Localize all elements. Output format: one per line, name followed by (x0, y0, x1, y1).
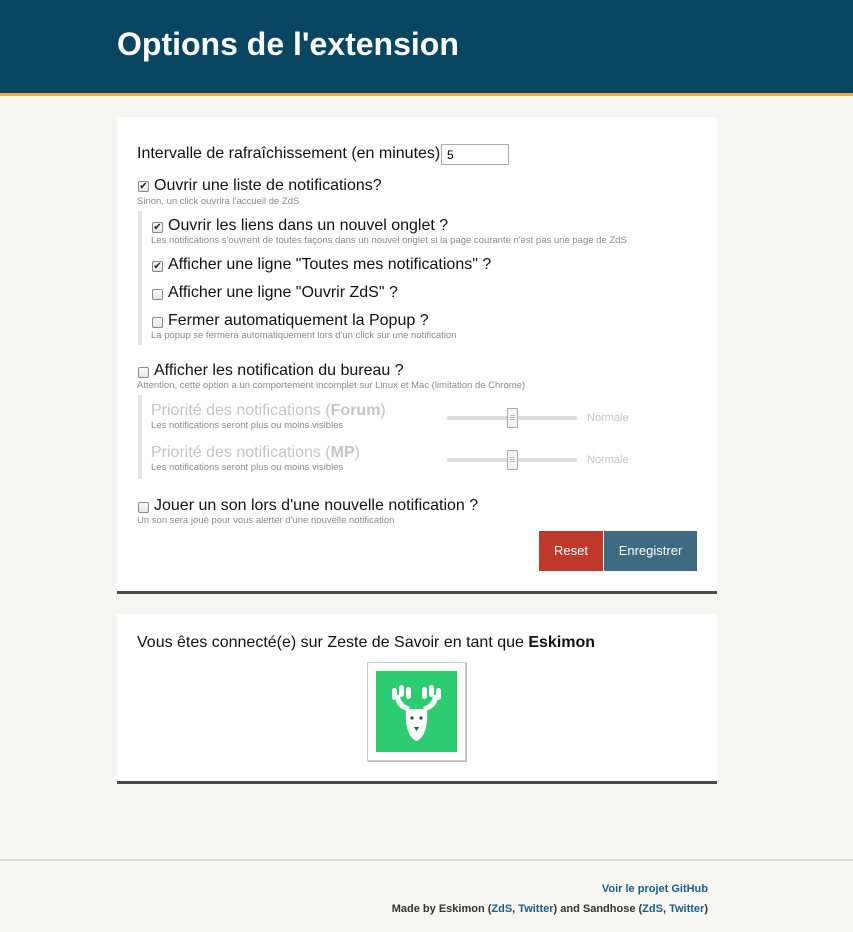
avatar-image (376, 671, 457, 752)
sound-label[interactable]: Jouer un son lors d'une nouvelle notific… (154, 497, 478, 515)
auto-close-label[interactable]: Fermer automatiquement la Popup ? (168, 312, 429, 330)
open-list-label[interactable]: Ouvrir une liste de notifications? (154, 177, 382, 195)
open-list-checkbox[interactable]: ✔ (138, 181, 149, 192)
page-footer: Voir le projet GitHub Made by Eskimon (Z… (0, 859, 853, 932)
priority-group-bar (138, 395, 142, 479)
account-panel: Vous êtes connecté(e) sur Zeste de Savoi… (117, 614, 717, 784)
priority-forum-label: Priorité des notifications (Forum) (151, 402, 386, 419)
github-link[interactable]: Voir le projet GitHub (602, 883, 708, 895)
priority-mp-value: Normale (587, 454, 629, 466)
new-tab-hint: Les notifications s'ouvrent de toutes fa… (151, 235, 627, 246)
interval-input[interactable] (441, 144, 509, 165)
all-notifications-checkbox[interactable]: ✔ (152, 261, 163, 272)
save-button[interactable]: Enregistrer (604, 531, 697, 571)
interval-label: Intervalle de rafraîchissement (en minut… (137, 145, 441, 162)
open-zds-label[interactable]: Afficher une ligne "Ouvrir ZdS" ? (168, 284, 398, 302)
avatar (367, 662, 466, 761)
list-options-group-bar (138, 211, 142, 345)
desktop-notifications-label[interactable]: Afficher les notification du bureau ? (154, 362, 404, 380)
priority-forum-hint: Les notifications seront plus ou moins v… (151, 420, 344, 431)
priority-mp-slider[interactable] (447, 450, 577, 470)
priority-forum-slider[interactable] (447, 408, 577, 428)
priority-mp-label: Priorité des notifications (MP) (151, 444, 360, 461)
sound-hint: Un son sera joué pour vous alerter d'une… (137, 515, 395, 526)
page-header: Options de l'extension (0, 0, 853, 96)
auto-close-checkbox[interactable] (152, 317, 163, 328)
options-panel: Intervalle de rafraîchissement (en minut… (117, 117, 717, 594)
connected-as-text: Vous êtes connecté(e) sur Zeste de Savoi… (137, 634, 596, 651)
all-notifications-label[interactable]: Afficher une ligne "Toutes mes notificat… (168, 256, 491, 274)
open-zds-checkbox[interactable] (152, 289, 163, 300)
sandhose-zds-link[interactable]: ZdS (642, 903, 663, 915)
priority-mp-hint: Les notifications seront plus ou moins v… (151, 462, 344, 473)
eskimon-zds-link[interactable]: ZdS (491, 903, 512, 915)
credits-line: Made by Eskimon (ZdS, Twitter) and Sandh… (391, 903, 708, 915)
new-tab-label[interactable]: Ouvrir les liens dans un nouvel onglet ? (168, 217, 448, 235)
priority-forum-slider-thumb[interactable] (507, 408, 518, 428)
reset-button[interactable]: Reset (539, 531, 603, 571)
username: Eskimon (528, 634, 596, 651)
auto-close-hint: La popup se fermera automatiquement lors… (151, 330, 457, 341)
eskimon-twitter-link[interactable]: Twitter (518, 903, 553, 915)
desktop-notifications-checkbox[interactable] (138, 367, 149, 378)
page-title: Options de l'extension (117, 26, 459, 62)
moose-icon (392, 685, 441, 741)
priority-forum-value: Normale (587, 412, 629, 424)
priority-mp-slider-thumb[interactable] (507, 450, 518, 470)
sound-checkbox[interactable] (138, 502, 149, 513)
sandhose-twitter-link[interactable]: Twitter (669, 903, 704, 915)
new-tab-checkbox[interactable]: ✔ (152, 222, 163, 233)
desktop-notifications-hint: Attention, cette option a un comportemen… (137, 380, 526, 391)
open-list-hint: Sinon, un click ouvrira l'accueil de ZdS (137, 196, 300, 207)
github-link-line: Voir le projet GitHub (602, 883, 708, 895)
